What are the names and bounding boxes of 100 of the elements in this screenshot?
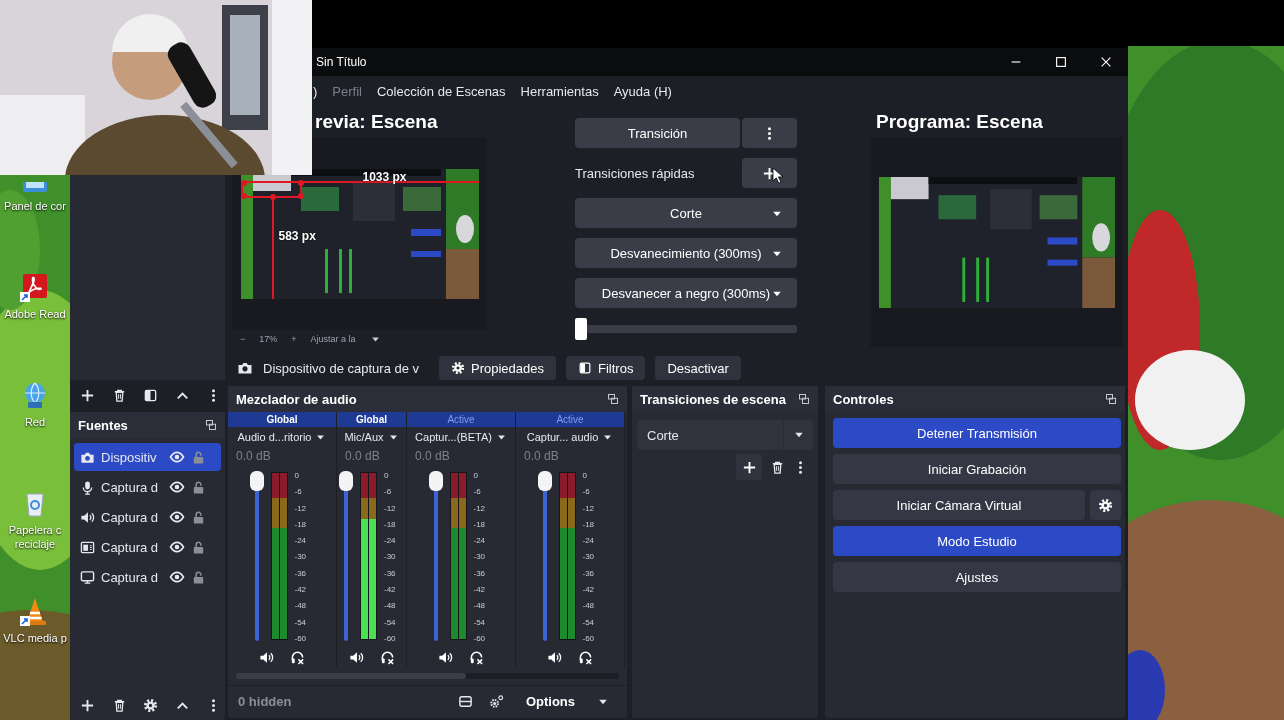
- volume-reading: 0.0 dB: [523, 448, 560, 465]
- scale-label: -54: [384, 617, 397, 627]
- trash-icon[interactable]: [770, 459, 785, 475]
- control-button[interactable]: Iniciar Grabación: [833, 454, 1121, 484]
- transition-button[interactable]: Transición: [575, 118, 740, 148]
- source-item[interactable]: Captura d: [74, 563, 221, 591]
- headphones-muted-icon[interactable]: [578, 649, 593, 665]
- transition-dropdown[interactable]: Desvanecimiento (300ms): [575, 238, 797, 268]
- undock-icon[interactable]: [798, 393, 810, 405]
- dock-title: Mezclador de audio: [236, 391, 357, 407]
- control-button[interactable]: Detener Transmisión: [833, 418, 1121, 448]
- toolbar-button[interactable]: Filtros: [566, 356, 646, 380]
- lock-icon[interactable]: [191, 509, 206, 525]
- slider-thumb[interactable]: [428, 471, 443, 491]
- scale-label: 0: [582, 471, 588, 480]
- volume-reading: 0.0 dB: [344, 448, 381, 465]
- zoom-out-button[interactable]: −: [240, 334, 246, 344]
- eye-icon[interactable]: [169, 539, 185, 555]
- options-button[interactable]: Options: [517, 688, 617, 715]
- undock-icon[interactable]: [1105, 393, 1117, 405]
- plus-icon[interactable]: [80, 697, 95, 713]
- undock-icon[interactable]: [205, 419, 217, 431]
- window-icon: [80, 539, 95, 555]
- lock-icon[interactable]: [191, 539, 206, 555]
- scale-label: -6: [294, 487, 303, 497]
- plus-icon: [741, 459, 757, 475]
- add-button[interactable]: [736, 454, 762, 480]
- eye-icon[interactable]: [169, 569, 185, 585]
- lock-icon[interactable]: [191, 479, 206, 495]
- desktop-icon-label: Panel de cor: [3, 199, 67, 213]
- menu-item[interactable]: Colección de Escenas: [376, 83, 506, 99]
- source-name: Dispositiv: [101, 449, 158, 465]
- transition-dropdown[interactable]: Corte: [575, 198, 797, 228]
- dock-title: Transiciones de escena: [640, 391, 786, 407]
- toolbar-button[interactable]: Propiedades: [439, 356, 556, 380]
- slider-thumb[interactable]: [537, 471, 552, 491]
- zoom-in-button[interactable]: +: [291, 334, 297, 344]
- scale-label: -60: [582, 633, 596, 643]
- slider-thumb[interactable]: [575, 318, 587, 340]
- scale-label: -36: [582, 568, 596, 578]
- channel-dropdown[interactable]: Captur... audio: [516, 427, 624, 447]
- channel-dropdown[interactable]: Audio d...ritorio: [228, 427, 336, 447]
- slider-thumb[interactable]: [339, 471, 353, 491]
- settings-button[interactable]: [1090, 490, 1121, 520]
- headphones-muted-icon[interactable]: [469, 649, 484, 665]
- contrast-icon: [578, 361, 592, 375]
- preview-label: revia: Escena: [314, 110, 439, 134]
- toolbar-button[interactable]: Desactivar: [655, 356, 741, 380]
- source-item[interactable]: Captura d: [74, 503, 221, 531]
- settings-icon[interactable]: [143, 697, 158, 713]
- undock-icon[interactable]: [607, 393, 619, 405]
- advanced-settings-icon[interactable]: [488, 694, 504, 709]
- scale-label: -60: [473, 633, 487, 643]
- channel-dropdown[interactable]: Mic/Aux: [337, 427, 406, 447]
- volume-reading: 0.0 dB: [414, 448, 451, 465]
- source-item[interactable]: Dispositiv: [74, 443, 221, 471]
- transition-dropdown[interactable]: Desvanecer a negro (300ms): [575, 278, 797, 308]
- slider-thumb[interactable]: [249, 471, 264, 491]
- channel-dropdown[interactable]: Captur...(BETA): [407, 427, 515, 447]
- list-icon[interactable]: [457, 694, 473, 709]
- window-title: Sin Título: [316, 55, 367, 69]
- source-item[interactable]: Captura d: [74, 533, 221, 561]
- menu-item[interactable]: Ayuda (H): [613, 83, 672, 99]
- lock-icon[interactable]: [191, 569, 206, 585]
- zoom-level: 17%: [259, 334, 278, 344]
- channel-badge: Active: [516, 412, 624, 427]
- volume-slider[interactable]: [428, 471, 443, 641]
- scale-label: -42: [384, 585, 397, 595]
- dock-title: Controles: [833, 391, 894, 407]
- control-button[interactable]: Iniciar Cámara Virtual: [833, 490, 1085, 520]
- volume-slider[interactable]: [249, 471, 264, 641]
- headphones-muted-icon[interactable]: [290, 649, 305, 665]
- transition-dropdown[interactable]: Corte: [637, 420, 813, 450]
- menu-item[interactable]: ): [313, 83, 318, 99]
- scale-label: -48: [384, 601, 397, 611]
- eye-icon[interactable]: [169, 449, 185, 465]
- microphone-icon: [80, 479, 95, 495]
- volume-slider[interactable]: [537, 471, 552, 641]
- scale-label: -18: [582, 519, 596, 529]
- scale-label: -42: [582, 585, 596, 595]
- scrollbar[interactable]: [236, 673, 619, 679]
- scale-dropdown[interactable]: Ajustar a la: [310, 334, 356, 344]
- volume-slider[interactable]: [339, 471, 353, 641]
- scale-label: -60: [294, 633, 308, 643]
- eye-icon[interactable]: [169, 509, 185, 525]
- plus-icon[interactable]: [80, 387, 95, 403]
- headphones-muted-icon[interactable]: [379, 649, 395, 665]
- control-button[interactable]: Modo Estudio: [833, 526, 1121, 556]
- source-item[interactable]: Captura d: [74, 473, 221, 501]
- contrast-icon[interactable]: [143, 387, 158, 403]
- channel-badge: Global: [228, 412, 336, 427]
- channel-badge: Global: [337, 412, 406, 427]
- transition-slider[interactable]: [575, 318, 797, 340]
- menu-item[interactable]: Herramientas: [520, 83, 599, 99]
- control-button[interactable]: Ajustes: [833, 562, 1121, 592]
- add-button[interactable]: [742, 158, 797, 188]
- scale-label: -30: [473, 552, 487, 562]
- scale-label: -18: [384, 519, 397, 529]
- scale-label: -12: [384, 503, 397, 513]
- eye-icon[interactable]: [169, 479, 185, 495]
